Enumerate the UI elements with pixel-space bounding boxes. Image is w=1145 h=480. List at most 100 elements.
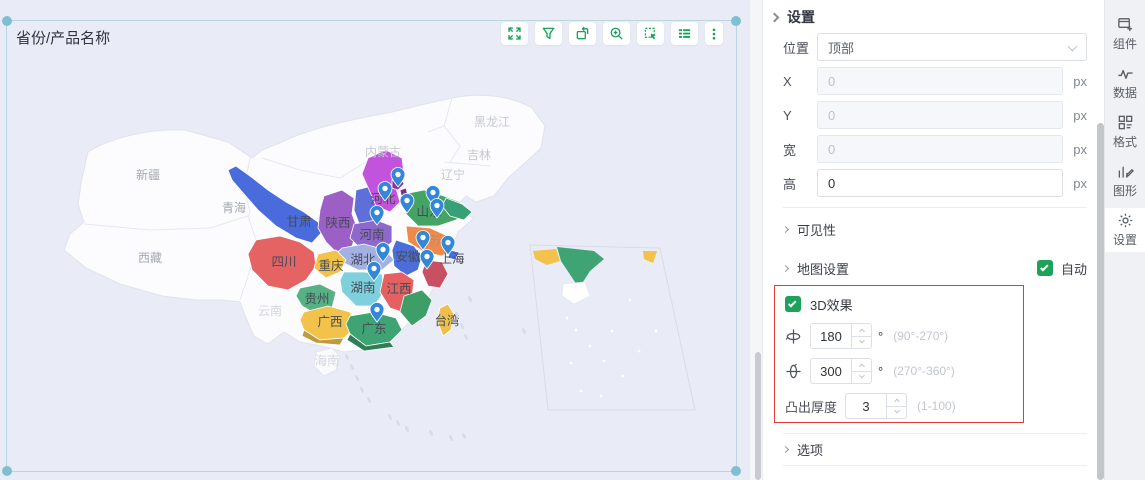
selection-handle-top-right[interactable] <box>731 16 741 26</box>
number-input[interactable]: 3 <box>845 393 887 419</box>
fullscreen-button[interactable] <box>501 22 528 45</box>
unit-label: px <box>1069 74 1087 89</box>
sidebar-item-component[interactable]: 组件 <box>1105 12 1145 56</box>
position-row: 位置 顶部 <box>783 33 1087 61</box>
stepper[interactable] <box>887 393 907 419</box>
degree-label: ° <box>878 364 883 379</box>
kebab-icon <box>707 27 721 41</box>
svg-text:重庆: 重庆 <box>318 258 344 273</box>
unit-label: px <box>1069 142 1087 157</box>
unit-label: px <box>1069 176 1087 191</box>
sidebar-item-format[interactable]: 格式 <box>1105 110 1145 154</box>
range-hint: (90°-270°) <box>893 329 948 343</box>
svg-text:黑龙江: 黑龙江 <box>474 115 510 129</box>
svg-text:青海: 青海 <box>222 200 246 215</box>
svg-text:云南: 云南 <box>258 303 282 318</box>
range-hint: (270°-360°) <box>893 364 955 378</box>
settings-icon <box>1117 212 1134 229</box>
selection-handle-top-left[interactable] <box>2 16 12 26</box>
position-fields: X0pxY0px宽0px高0px <box>783 67 1087 197</box>
select-area-button[interactable] <box>637 22 664 45</box>
svg-text:广东: 广东 <box>361 322 386 336</box>
sidebar-item-label: 组件 <box>1113 35 1137 52</box>
svg-text:内蒙古: 内蒙古 <box>365 144 401 159</box>
svg-text:河南: 河南 <box>359 227 384 242</box>
svg-text:陕西: 陕西 <box>325 215 350 230</box>
settings-panel: 设置 位置 顶部 X0pxY0px宽0px高0px 可见性 地图设置 自动 3D… <box>762 0 1097 480</box>
zoom-in-button[interactable] <box>603 22 630 45</box>
more-button[interactable] <box>705 22 723 45</box>
sidebar-item-graphic[interactable]: 图形 <box>1105 159 1145 203</box>
effect3d-checkbox[interactable] <box>785 296 801 312</box>
field-input[interactable]: 0 <box>817 169 1063 197</box>
panel-scrollbar-track <box>1097 0 1104 480</box>
svg-text:新疆: 新疆 <box>136 167 160 182</box>
field-row-X: X0 px <box>783 67 1087 95</box>
section-options[interactable]: 选项 <box>783 433 1087 466</box>
rotate-y-icon <box>785 328 802 345</box>
number-input[interactable]: 180 <box>810 323 852 349</box>
svg-text:海南: 海南 <box>314 353 339 368</box>
number-input[interactable]: 300 <box>810 358 852 384</box>
degree-label: ° <box>878 329 883 344</box>
collapse-chevron-icon[interactable] <box>770 12 780 22</box>
data-icon <box>1117 65 1134 82</box>
range-hint: (1-100) <box>917 399 956 413</box>
visibility-label: 可见性 <box>797 220 836 239</box>
china-map[interactable]: 新疆青海西藏内蒙古黑龙江吉林辽宁云南四川甘肃陕西河北河南山东江苏安徽上海湖北重庆… <box>0 0 750 480</box>
svg-text:湖南: 湖南 <box>350 280 375 295</box>
stepper[interactable] <box>852 358 872 384</box>
select-icon <box>643 26 658 41</box>
map-widget-canvas[interactable]: 新疆青海西藏内蒙古黑龙江吉林辽宁云南四川甘肃陕西河北河南山东江苏安徽上海湖北重庆… <box>0 0 750 480</box>
right-sidebar: 组件数据格式图形设置 <box>1104 0 1145 480</box>
list-view-button[interactable] <box>671 22 698 45</box>
graphic-icon <box>1117 163 1134 180</box>
position-select[interactable]: 顶部 <box>817 33 1087 61</box>
zoom-icon <box>609 26 624 41</box>
canvas-scrollbar-track <box>750 0 762 480</box>
selection-handle-bottom-left[interactable] <box>2 466 12 476</box>
chevron-right-icon <box>782 226 789 233</box>
stepper[interactable] <box>852 323 872 349</box>
panel-header: 设置 <box>783 6 1087 28</box>
field-label: 宽 <box>783 140 817 159</box>
sidebar-item-data[interactable]: 数据 <box>1105 61 1145 105</box>
auto-label: 自动 <box>1061 259 1087 278</box>
field-input: 0 <box>817 101 1063 129</box>
effect3d-rows: 180 ° (90°-270°) 300 ° (270°-360°) 凸出厚度 3 (1-100… <box>785 323 1023 419</box>
position-value: 顶部 <box>828 38 854 57</box>
field-label: X <box>783 74 817 89</box>
thickness-label: 凸出厚度 <box>785 397 837 416</box>
unit-label: px <box>1069 108 1087 123</box>
svg-text:贵州: 贵州 <box>304 292 329 306</box>
chevron-down-icon <box>1068 42 1078 52</box>
auto-checkbox[interactable] <box>1037 260 1053 276</box>
svg-text:安徽: 安徽 <box>395 249 421 264</box>
chevron-right-icon <box>782 264 789 271</box>
section-visibility[interactable]: 可见性 <box>783 207 1087 251</box>
effect3d-row: 凸出厚度 3 (1-100) <box>785 393 1023 419</box>
field-row-Y: Y0px <box>783 101 1087 129</box>
selection-handle-bottom-right[interactable] <box>731 466 741 476</box>
sidebar-item-settings[interactable]: 设置 <box>1105 208 1145 252</box>
effect3d-highlight-box: 3D效果 180 ° (90°-270°) 300 ° (270°-360°) 凸出厚度 3 (… <box>774 285 1024 423</box>
canvas-scrollbar-thumb[interactable] <box>755 352 761 480</box>
field-label: 高 <box>783 174 817 193</box>
effect3d-label: 3D效果 <box>810 295 853 314</box>
svg-text:西藏: 西藏 <box>138 251 162 265</box>
position-label: 位置 <box>783 38 817 57</box>
panel-title: 设置 <box>787 7 815 27</box>
field-row-高: 高0 px <box>783 169 1087 197</box>
filter-button[interactable] <box>535 22 562 45</box>
panel-scrollbar-thumb[interactable] <box>1097 123 1104 480</box>
section-map-settings[interactable]: 地图设置 自动 <box>783 251 1087 285</box>
auto-toggle: 自动 <box>1037 259 1087 278</box>
options-label: 选项 <box>797 440 823 459</box>
svg-text:广西: 广西 <box>317 315 342 329</box>
field-input: 0 <box>817 67 1063 95</box>
sidebar-item-label: 数据 <box>1113 84 1137 101</box>
svg-text:江西: 江西 <box>386 282 411 296</box>
rotate-button[interactable] <box>569 22 596 45</box>
format-icon <box>1117 114 1134 131</box>
chart-title: 省份/产品名称 <box>16 27 110 48</box>
